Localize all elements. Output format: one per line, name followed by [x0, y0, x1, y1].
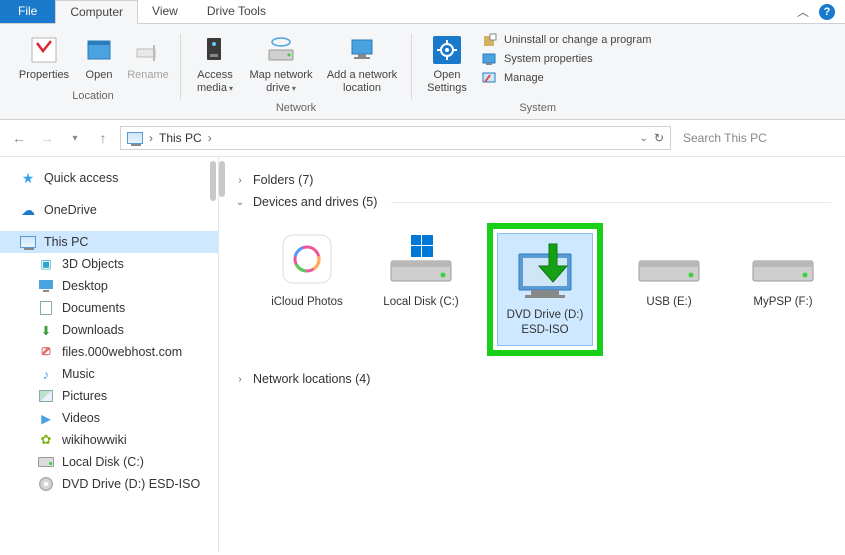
- map-drive-icon: [265, 34, 297, 66]
- drive-mypsp-f[interactable]: MyPSP (F:): [735, 223, 831, 356]
- wiki-icon: ✿: [38, 432, 54, 448]
- add-network-location-button[interactable]: Add a network location: [321, 30, 403, 98]
- recent-locations-button[interactable]: ▾: [64, 127, 86, 149]
- ribbon-group-network: Access media▾ Map network drive▾ Add a n…: [183, 30, 409, 119]
- breadcrumb-location[interactable]: This PC: [159, 131, 202, 145]
- nav-documents[interactable]: Documents: [0, 297, 218, 319]
- ribbon-tabs: File Computer View Drive Tools ︿ ?: [0, 0, 845, 24]
- documents-icon: [38, 300, 54, 316]
- hdd-icon: [631, 229, 707, 289]
- up-button[interactable]: ↑: [92, 127, 114, 149]
- dvd-install-icon: [507, 242, 583, 302]
- nav-wikihowwiki[interactable]: ✿wikihowwiki: [0, 429, 218, 451]
- ribbon-group-location: Properties Open Rename Location: [8, 30, 178, 119]
- hdd-icon: [383, 229, 459, 289]
- navigation-pane: ★ Quick access ☁ OneDrive This PC ▣3D Ob…: [0, 157, 219, 552]
- nav-downloads[interactable]: ⬇Downloads: [0, 319, 218, 341]
- content-scrollbar[interactable]: [219, 161, 225, 197]
- drive-usb-e[interactable]: USB (E:): [621, 223, 717, 356]
- media-server-icon: [199, 34, 231, 66]
- address-bar[interactable]: › This PC › ⌄ ↻: [120, 126, 671, 150]
- nav-videos[interactable]: ▶Videos: [0, 407, 218, 429]
- app-icon: [269, 229, 345, 289]
- network-host-icon: ⎚: [38, 344, 54, 360]
- nav-onedrive[interactable]: ☁ OneDrive: [0, 199, 218, 221]
- drive-local-disk-c[interactable]: Local Disk (C:): [373, 223, 469, 356]
- manage-icon: [482, 70, 498, 86]
- forward-button[interactable]: →: [36, 127, 58, 149]
- downloads-icon: ⬇: [38, 322, 54, 338]
- nav-this-pc[interactable]: This PC: [0, 231, 218, 253]
- hdd-icon: [745, 229, 821, 289]
- 3d-objects-icon: ▣: [38, 256, 54, 272]
- nav-pictures[interactable]: Pictures: [0, 385, 218, 407]
- chevron-right-icon: ›: [233, 374, 247, 385]
- nav-quick-access[interactable]: ★ Quick access: [0, 167, 218, 189]
- drive-icloud-photos[interactable]: iCloud Photos: [259, 223, 355, 356]
- tab-drive-tools[interactable]: Drive Tools: [193, 0, 281, 23]
- drives-grid: iCloud Photos Local Disk (C:) DVD Drive …: [233, 213, 831, 368]
- breadcrumb-chevron-icon: ›: [149, 131, 153, 145]
- uninstall-icon: [482, 32, 498, 48]
- refresh-icon[interactable]: ↻: [654, 131, 664, 145]
- section-folders[interactable]: › Folders (7): [233, 169, 831, 191]
- dvd-icon: [38, 476, 54, 492]
- nav-local-disk-c[interactable]: Local Disk (C:): [0, 451, 218, 473]
- nav-dvd-drive[interactable]: DVD Drive (D:) ESD-ISO: [0, 473, 218, 495]
- rename-icon: [132, 34, 164, 66]
- address-row: ← → ▾ ↑ › This PC › ⌄ ↻ Search This PC: [0, 120, 845, 157]
- system-properties-icon: [482, 51, 498, 67]
- map-network-drive-button[interactable]: Map network drive▾: [245, 30, 317, 98]
- dropdown-icon: ▾: [292, 84, 296, 93]
- nav-music[interactable]: ♪Music: [0, 363, 218, 385]
- music-icon: ♪: [38, 366, 54, 382]
- nav-scrollbar[interactable]: [210, 161, 216, 201]
- access-media-button[interactable]: Access media▾: [189, 30, 241, 98]
- section-network-locations[interactable]: › Network locations (4): [233, 368, 831, 390]
- properties-icon: [28, 34, 60, 66]
- network-location-icon: [346, 34, 378, 66]
- open-icon: [83, 34, 115, 66]
- content-pane: › Folders (7) ⌄ Devices and drives (5) i…: [219, 157, 845, 552]
- nav-desktop[interactable]: Desktop: [0, 275, 218, 297]
- nav-ftp-host[interactable]: ⎚files.000webhost.com: [0, 341, 218, 363]
- cloud-icon: ☁: [20, 202, 36, 218]
- tab-file[interactable]: File: [0, 0, 55, 23]
- collapse-ribbon-icon[interactable]: ︿: [797, 3, 809, 20]
- manage-button[interactable]: Manage: [482, 70, 651, 86]
- dropdown-icon: ▾: [229, 84, 233, 93]
- ribbon-group-system: Open Settings Uninstall or change a prog…: [414, 30, 661, 119]
- drive-icon: [38, 454, 54, 470]
- chevron-right-icon: ›: [233, 175, 247, 186]
- tab-computer[interactable]: Computer: [55, 0, 138, 24]
- chevron-down-icon: ⌄: [233, 197, 247, 208]
- highlight-annotation: DVD Drive (D:) ESD-ISO: [487, 223, 603, 356]
- this-pc-icon: [127, 132, 143, 144]
- properties-button[interactable]: Properties: [14, 30, 74, 86]
- uninstall-program-button[interactable]: Uninstall or change a program: [482, 32, 651, 48]
- settings-gear-icon: [431, 34, 463, 66]
- breadcrumb-chevron-icon: ›: [208, 131, 212, 145]
- rename-button[interactable]: Rename: [124, 30, 172, 86]
- star-icon: ★: [20, 170, 36, 186]
- help-icon[interactable]: ?: [819, 4, 835, 20]
- nav-3d-objects[interactable]: ▣3D Objects: [0, 253, 218, 275]
- videos-icon: ▶: [38, 410, 54, 426]
- pictures-icon: [38, 388, 54, 404]
- body: ★ Quick access ☁ OneDrive This PC ▣3D Ob…: [0, 157, 845, 552]
- this-pc-icon: [20, 234, 36, 250]
- ribbon: Properties Open Rename Location: [0, 24, 845, 120]
- desktop-icon: [38, 278, 54, 294]
- back-button[interactable]: ←: [8, 127, 30, 149]
- section-devices[interactable]: ⌄ Devices and drives (5): [233, 191, 831, 213]
- ribbon-separator: [411, 34, 412, 99]
- tab-view[interactable]: View: [138, 0, 193, 23]
- search-input[interactable]: Search This PC: [677, 126, 837, 150]
- open-button[interactable]: Open: [78, 30, 120, 86]
- open-settings-button[interactable]: Open Settings: [420, 30, 474, 98]
- ribbon-separator: [180, 34, 181, 99]
- address-dropdown-icon[interactable]: ⌄: [640, 133, 648, 144]
- system-properties-button[interactable]: System properties: [482, 51, 651, 67]
- drive-dvd-d[interactable]: DVD Drive (D:) ESD-ISO: [497, 233, 593, 346]
